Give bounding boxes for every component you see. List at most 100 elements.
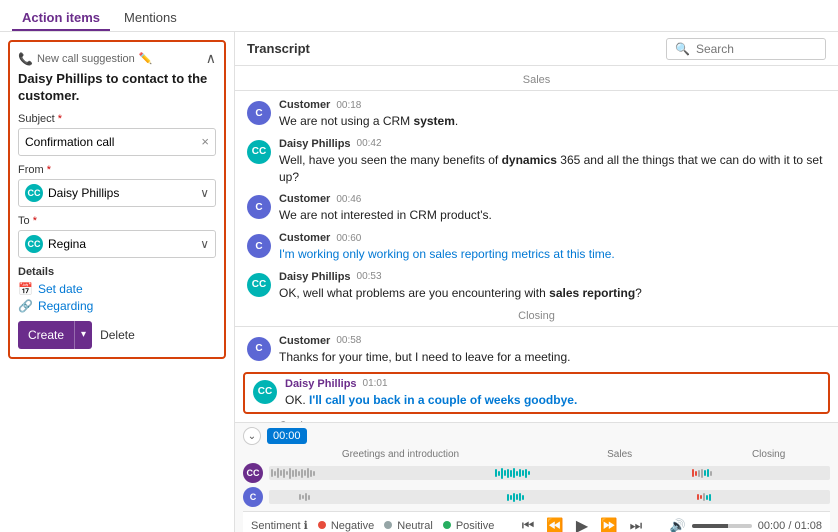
to-dropdown-left: CC Regina [25,235,86,253]
avatar: C [247,195,271,219]
tab-bar: Action items Mentions [0,0,838,32]
segment-labels-row: Greetings and introduction Sales Closing [243,449,830,460]
avatar: CC [247,273,271,297]
speaker-name: Daisy Phillips [285,378,357,390]
tab-action-items[interactable]: Action items [12,6,110,31]
edit-icon[interactable]: ✏️ [139,52,153,65]
subject-input[interactable] [25,135,201,149]
message-content: Customer 00:58 Thanks for your time, but… [279,335,826,366]
set-date-label: Set date [38,282,83,296]
subject-input-wrapper[interactable]: × [18,128,216,156]
skip-to-end-btn[interactable]: ⏭ [628,515,645,532]
clear-subject-icon[interactable]: × [201,134,209,149]
play-btn[interactable]: ▶ [574,514,590,532]
from-value: Daisy Phillips [48,186,119,200]
card-footer: Create ▾ Delete [18,321,216,349]
waveform-closing-daisy [690,466,830,480]
message-content: Customer 00:60 I'm working only working … [279,232,826,263]
message-text: We are not using a CRM system. [279,113,826,130]
message-text: OK, well what problems are you encounter… [279,285,826,302]
message-content: Daisy Phillips 00:42 Well, have you seen… [279,138,826,186]
bottom-controls: Sentiment ℹ Negative Neutral Positive [243,511,830,532]
message-meta: Customer 00:58 [279,335,826,347]
rewind-btn[interactable]: ⏪ [544,515,565,532]
set-date-link[interactable]: 📅 Set date [18,282,216,296]
right-panel: Transcript 🔍 Sales C Customer 00:18 We a… [235,32,838,532]
details-label: Details [18,266,216,278]
skip-to-start-btn[interactable]: ⏮ [520,515,537,532]
timestamp: 00:60 [336,233,361,244]
search-icon: 🔍 [675,42,690,56]
avatar: C [247,101,271,125]
volume-icon: 🔊 [670,518,686,532]
track-bar-daisy [269,463,830,483]
to-label: To * [18,215,216,227]
subject-label: Subject * [18,113,216,125]
message-text: I'm working only working on sales report… [279,246,826,263]
seg-label-sales: Sales [532,449,707,460]
message-row-highlighted: CC Daisy Phillips 01:01 OK. I'll call yo… [243,372,830,415]
message-text: Well, have you seen the many benefits of… [279,152,826,186]
message-row: C Customer 00:60 I'm working only workin… [235,228,838,267]
avatar: C [247,337,271,361]
delete-button[interactable]: Delete [100,328,135,342]
speaker-name: Customer [279,99,330,111]
search-input[interactable] [696,42,817,56]
card-header: 📞 New call suggestion ✏️ ∧ [18,50,216,67]
create-button[interactable]: Create ▾ [18,321,92,349]
details-section: Details 📅 Set date 🔗 Regarding [18,266,216,313]
from-group: From * CC Daisy Phillips ∨ [18,164,216,207]
sentiment-neutral: Neutral [384,520,433,532]
sentiment-negative: Negative [318,520,374,532]
phone-icon: 📞 [18,52,33,66]
card-title: Daisy Phillips to contact to the custome… [18,71,216,105]
collapse-timeline-btn[interactable]: ⌄ [243,427,261,445]
tab-mentions[interactable]: Mentions [114,6,187,31]
volume-slider[interactable] [692,524,752,528]
fast-forward-btn[interactable]: ⏩ [598,515,619,532]
track-avatar-daisy: CC [243,463,263,483]
time-display: 00:00 / 01:08 [758,520,822,532]
transcript-title: Transcript [247,41,310,56]
message-row: CC Daisy Phillips 00:53 OK, well what pr… [235,267,838,306]
sentiment-positive: Positive [443,520,495,532]
regarding-label: Regarding [38,299,93,313]
message-row: C Customer 00:46 We are not interested i… [235,189,838,228]
regarding-link[interactable]: 🔗 Regarding [18,299,216,313]
highlighted-text: I'll call you back in a couple of weeks … [309,393,577,407]
timestamp: 00:53 [357,271,382,282]
timestamp: 00:46 [336,194,361,205]
message-meta: Daisy Phillips 01:01 [285,378,820,390]
search-box[interactable]: 🔍 [666,38,826,60]
main-content: 📞 New call suggestion ✏️ ∧ Daisy Phillip… [0,32,838,532]
section-label-sales: Sales [235,70,838,91]
message-text: We are not interested in CRM product's. [279,207,826,224]
collapse-icon[interactable]: ∧ [206,50,216,67]
left-panel: 📞 New call suggestion ✏️ ∧ Daisy Phillip… [0,32,235,532]
avatar: CC [253,380,277,404]
speaker-name: Customer [279,335,330,347]
to-group: To * CC Regina ∨ [18,215,216,258]
timestamp: 01:01 [363,378,388,389]
message-content: Daisy Phillips 01:01 OK. I'll call you b… [285,378,820,409]
message-row: C Customer 00:58 Thanks for your time, b… [235,331,838,370]
message-meta: Customer 00:60 [279,232,826,244]
positive-dot [443,521,451,529]
message-content: Customer 00:18 We are not using a CRM sy… [279,99,826,130]
transcript-header: Transcript 🔍 [235,32,838,66]
message-content: Daisy Phillips 00:53 OK, well what probl… [279,271,826,302]
timestamp: 00:58 [336,335,361,346]
to-value: Regina [48,237,86,251]
timestamp: 00:18 [336,100,361,111]
from-chevron-icon: ∨ [200,186,209,200]
from-dropdown[interactable]: CC Daisy Phillips ∨ [18,179,216,207]
to-dropdown[interactable]: CC Regina ∨ [18,230,216,258]
speaker-name: Daisy Phillips [279,271,351,283]
regarding-icon: 🔗 [18,299,33,313]
timeline-controls-top: ⌄ 00:00 [243,427,830,445]
sentiment-label: Sentiment ℹ [251,519,308,532]
message-content: Customer 00:46 We are not interested in … [279,193,826,224]
speaker-name: Daisy Phillips [279,138,351,150]
create-button-arrow[interactable]: ▾ [75,321,92,349]
message-text: OK. I'll call you back in a couple of we… [285,392,820,409]
